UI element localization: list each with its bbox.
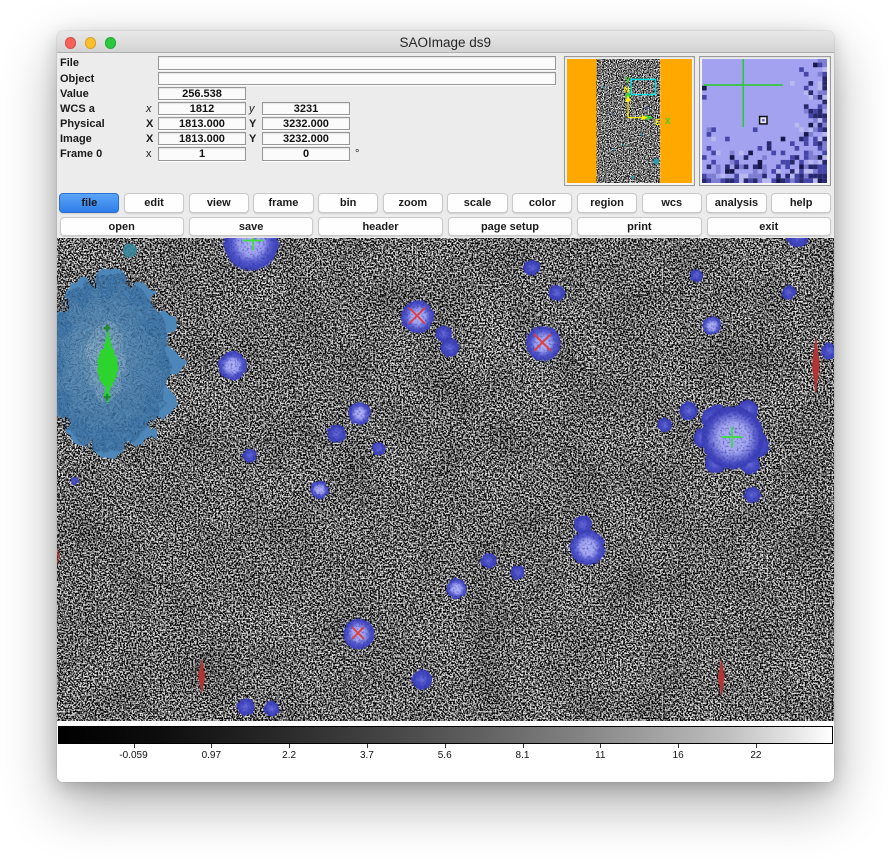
svg-text:X: X (665, 117, 671, 126)
svg-text:N: N (624, 86, 630, 95)
svg-text:Y: Y (625, 76, 631, 85)
svg-text:E: E (655, 118, 661, 127)
